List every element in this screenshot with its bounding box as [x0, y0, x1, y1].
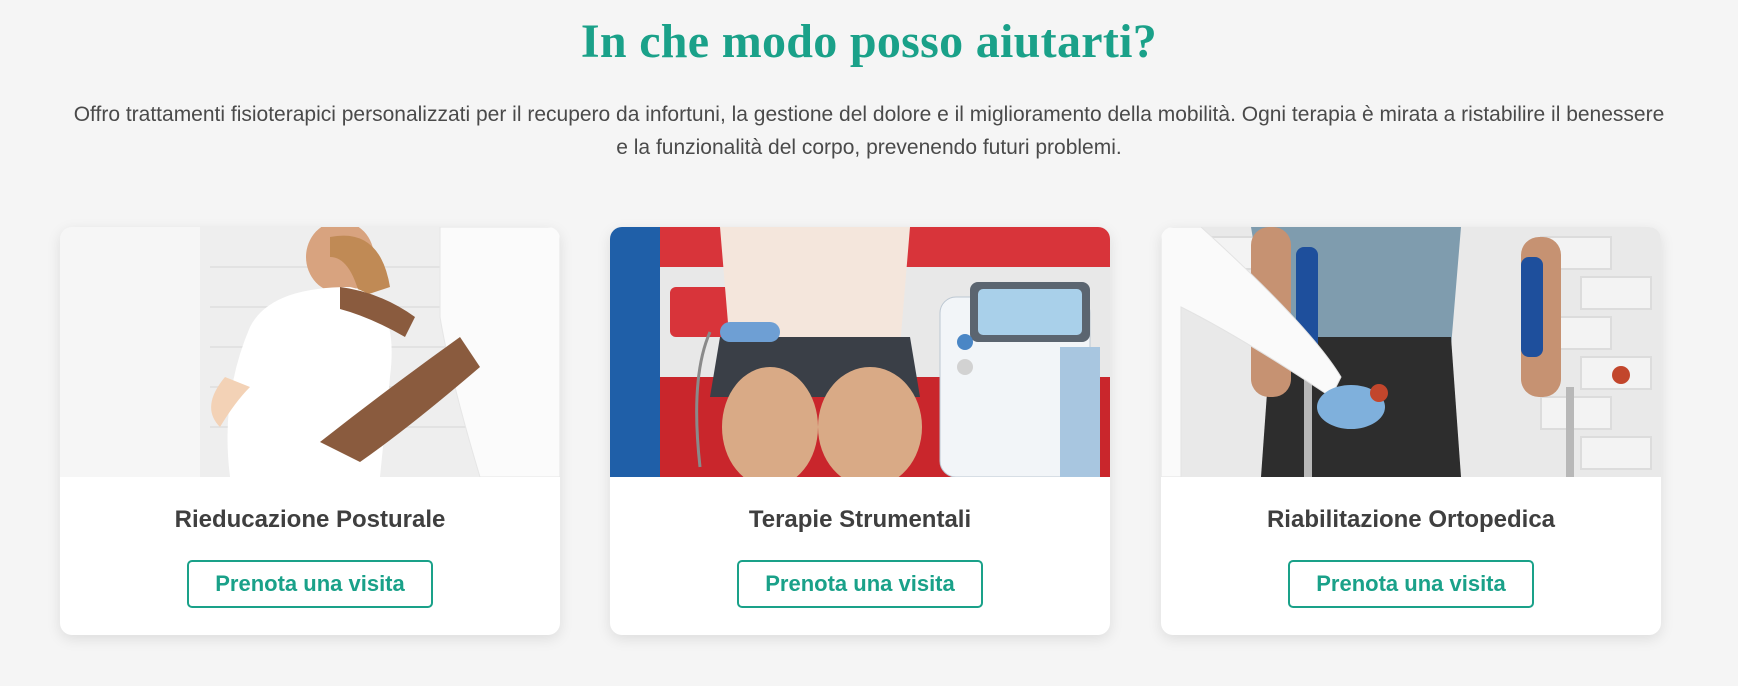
service-title: Terapie Strumentali — [748, 506, 972, 533]
service-image-orthopedic-rehab — [1161, 227, 1661, 477]
section-title: In che modo posso aiutarti? — [580, 15, 1158, 68]
service-card-rieducazione-posturale: Rieducazione Posturale Prenota una visit… — [60, 227, 560, 635]
service-card-riabilitazione-ortopedica: Riabilitazione Ortopedica Prenota una vi… — [1161, 227, 1661, 635]
service-title: Rieducazione Posturale — [174, 506, 446, 533]
service-image-posture-therapy — [60, 227, 560, 477]
service-title: Riabilitazione Ortopedica — [1266, 506, 1556, 533]
service-card-terapie-strumentali: Terapie Strumentali Prenota una visita — [610, 227, 1110, 635]
book-visit-button[interactable]: Prenota una visita — [737, 560, 983, 608]
book-visit-button[interactable]: Prenota una visita — [187, 560, 433, 608]
book-visit-button[interactable]: Prenota una visita — [1288, 560, 1534, 608]
service-image-instrumental-therapy — [610, 227, 1110, 477]
section-intro: Offro trattamenti fisioterapici personal… — [73, 103, 1665, 159]
